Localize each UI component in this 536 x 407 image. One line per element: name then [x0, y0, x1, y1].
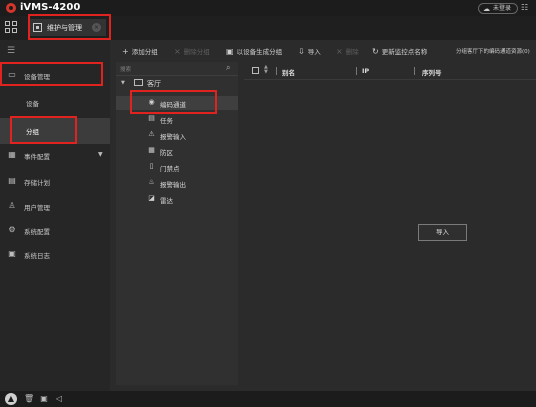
sidebar-item-system-log[interactable]: ▣ 系统日志 [0, 244, 110, 264]
tree-item-label: 报警输入 [160, 133, 186, 141]
highlight-box-encoding-channel [130, 90, 217, 114]
delete-button[interactable]: × 删除 [336, 46, 359, 56]
select-all-checkbox[interactable] [252, 67, 259, 74]
user-icon: ♙ [8, 201, 16, 210]
group-folder-icon [134, 79, 143, 86]
tree-item-radar[interactable]: ◪ 雷达 [116, 192, 238, 206]
sidebar-item-label: 设备 [26, 100, 39, 108]
import-icon: ⇩ [298, 47, 305, 56]
close-icon: × [174, 47, 181, 56]
tree-item-label: 门禁点 [160, 165, 180, 173]
zone-icon: ▦ [148, 146, 155, 154]
trash-icon[interactable]: 🗑 [24, 394, 34, 404]
channel-table: ▲ ▼ 别名 IP 序列号 导入 [244, 62, 536, 385]
speaker-icon[interactable]: ◁ [54, 394, 64, 404]
tree-item-zone[interactable]: ▦ 防区 [116, 144, 238, 158]
device-group-icon: ▣ [226, 47, 234, 56]
sidebar-item-label: 用户管理 [24, 204, 50, 212]
chevron-down-icon[interactable]: ▼ [121, 80, 125, 86]
tree-item-label: 任务 [160, 117, 173, 125]
update-camera-names-label: 更新监控点名称 [381, 48, 428, 56]
column-header-ip[interactable]: IP [362, 67, 369, 75]
sidebar-item-event-config[interactable]: ▦ 事件配置 ▼ [0, 145, 110, 165]
add-group-button[interactable]: + 添加分组 [122, 46, 158, 56]
sidebar: ☰ ▭ 设备管理 设备 分组 ▦ 事件配置 ▼ ▤ 存储计划 ♙ 用户管理 ⚙ … [0, 40, 110, 391]
column-header-alias[interactable]: 别名 [282, 67, 295, 77]
status-bar: ▲ 🗑 ▣ ◁ [0, 391, 536, 407]
module-grid-icon[interactable] [5, 21, 17, 33]
highlight-box-group [10, 116, 77, 144]
tree-item-label: 雷达 [160, 197, 173, 205]
task-icon: ▤ [148, 114, 155, 122]
sidebar-item-system-config[interactable]: ⚙ 系统配置 [0, 220, 110, 240]
menu-icon[interactable]: ☷ [521, 3, 528, 12]
plus-icon: + [122, 47, 129, 56]
import-channel-button[interactable]: 导入 [418, 224, 467, 241]
import-button[interactable]: ⇩ 导入 [298, 46, 321, 56]
event-config-icon: ▦ [8, 150, 16, 159]
close-icon: × [336, 47, 343, 56]
sort-icon[interactable]: ▲ ▼ [264, 65, 268, 75]
gear-icon: ⚙ [8, 225, 16, 234]
delete-group-button[interactable]: × 删除分组 [174, 46, 210, 56]
toolbar: + 添加分组 × 删除分组 ▣ 以设备生成分组 ⇩ 导入 × 删除 ↻ 更新监控点名称 分组… [110, 40, 536, 62]
tree-root-living-room[interactable]: ▼ 客厅 [116, 78, 238, 90]
tree-item-access-point[interactable]: ▯ 门禁点 [116, 160, 238, 174]
login-status-label: 未登录 [493, 5, 512, 12]
delete-group-label: 删除分组 [183, 48, 210, 56]
refresh-icon: ↻ [372, 47, 379, 56]
log-icon: ▣ [8, 249, 16, 258]
resource-count-label: 分组客厅下的编码通道资源(0) [456, 49, 530, 55]
sidebar-item-storage-plan[interactable]: ▤ 存储计划 [0, 171, 110, 191]
radar-icon: ◪ [148, 194, 155, 202]
cloud-icon: ☁ [483, 5, 490, 13]
screen-icon[interactable]: ▣ [39, 394, 49, 404]
search-box[interactable]: 搜索 ⌕ [116, 62, 238, 76]
tree-item-task[interactable]: ▤ 任务 [116, 112, 238, 126]
create-group-by-device-label: 以设备生成分组 [236, 48, 283, 56]
column-divider [276, 67, 277, 75]
storage-plan-icon: ▤ [8, 176, 16, 185]
collapse-menu-icon[interactable]: ☰ [7, 46, 15, 56]
chevron-down-icon: ▼ [98, 151, 103, 158]
highlight-box-device-management [0, 62, 103, 86]
tree-item-label: 报警输出 [160, 181, 186, 189]
highlight-box-tab [28, 14, 111, 40]
update-camera-names-button[interactable]: ↻ 更新监控点名称 [372, 46, 427, 56]
search-input[interactable]: 搜索 [120, 65, 131, 73]
sidebar-item-label: 系统日志 [24, 252, 50, 260]
hikvision-logo-icon [6, 3, 16, 13]
door-icon: ▯ [149, 162, 154, 170]
delete-label: 删除 [345, 48, 359, 56]
column-divider [356, 67, 357, 75]
add-group-label: 添加分组 [131, 48, 158, 56]
alert-icon[interactable]: ▲ [5, 393, 17, 405]
sidebar-item-label: 存储计划 [24, 179, 50, 187]
column-header-serial[interactable]: 序列号 [422, 67, 442, 77]
alarm-input-icon: ⚠ [148, 130, 155, 138]
tree-root-label: 客厅 [147, 80, 161, 88]
import-label: 导入 [307, 48, 321, 56]
application-window: iVMS-4200 ☁ 未登录 ☷ 维护与管理 × ☰ ▭ 设备管理 设备 分组… [0, 0, 536, 407]
login-status-button[interactable]: ☁ 未登录 [478, 3, 518, 14]
tree-item-label: 防区 [160, 149, 173, 157]
sidebar-item-label: 系统配置 [24, 228, 50, 236]
search-icon[interactable]: ⌕ [226, 63, 230, 73]
tree-item-alarm-output[interactable]: ♨ 报警输出 [116, 176, 238, 190]
sidebar-item-user-management[interactable]: ♙ 用户管理 [0, 196, 110, 216]
sidebar-item-label: 事件配置 [24, 153, 50, 161]
table-header: ▲ ▼ 别名 IP 序列号 [244, 62, 536, 80]
sidebar-item-device[interactable]: 设备 [0, 90, 110, 116]
tree-item-alarm-input[interactable]: ⚠ 报警输入 [116, 128, 238, 142]
app-title: iVMS-4200 [20, 2, 81, 13]
column-divider [414, 67, 415, 75]
create-group-by-device-button[interactable]: ▣ 以设备生成分组 [226, 46, 282, 56]
alarm-output-icon: ♨ [148, 178, 155, 186]
